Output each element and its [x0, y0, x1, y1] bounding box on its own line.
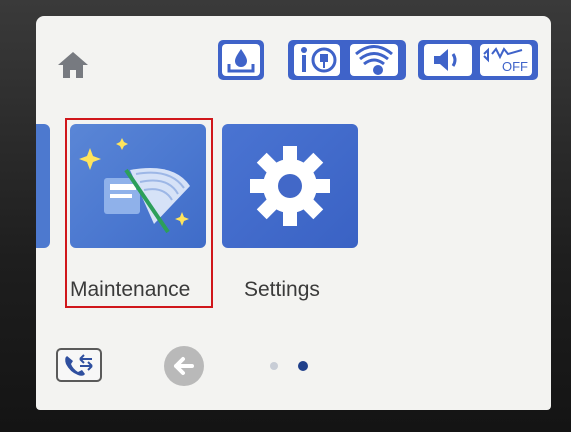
quiet-mode-off-label: OFF — [502, 59, 528, 74]
ink-level-button[interactable] — [218, 40, 264, 80]
wifi-direct-icon — [294, 44, 340, 76]
page-indicator-dot-1 — [270, 362, 278, 370]
sound-settings-button[interactable]: OFF — [418, 40, 538, 80]
fax-button[interactable] — [56, 348, 102, 382]
network-status-button[interactable] — [288, 40, 406, 80]
printer-lcd-screen: OFF Maintenance Settings — [36, 16, 551, 410]
gear-icon — [250, 146, 330, 226]
wifi-icon — [350, 44, 398, 76]
ink-drop-icon — [222, 44, 260, 76]
settings-tile[interactable] — [222, 124, 358, 248]
back-button[interactable] — [164, 346, 204, 386]
status-bar: OFF — [36, 16, 551, 104]
settings-label: Settings — [244, 278, 320, 301]
page-indicator-dot-2-active — [298, 361, 308, 371]
fax-call-icon — [65, 354, 93, 376]
home-button[interactable] — [56, 50, 90, 80]
speaker-icon — [424, 44, 472, 76]
selection-highlight — [65, 118, 213, 308]
home-icon — [58, 52, 88, 78]
network-icons — [294, 44, 398, 76]
arrow-left-icon — [174, 357, 194, 375]
previous-page-tile-partial — [36, 124, 50, 248]
